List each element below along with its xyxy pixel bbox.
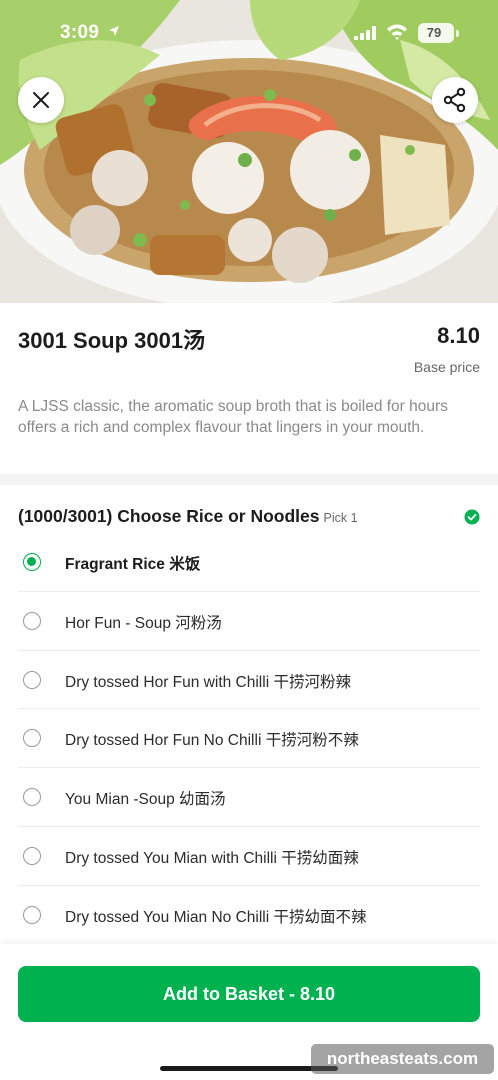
option-label: You Mian -Soup 幼面汤 <box>65 791 226 809</box>
option-label: Dry tossed You Mian No Chilli 干捞幼面不辣 <box>65 908 367 926</box>
option-label: Hor Fun - Soup 河粉汤 <box>65 614 222 632</box>
item-title: 3001 Soup 3001汤 <box>18 328 206 353</box>
option-label: Dry tossed You Mian with Chilli 干捞幼面辣 <box>65 849 359 867</box>
option-item[interactable]: Dry tossed Hor Fun with Chilli 干捞河粉辣 <box>18 651 480 710</box>
radio-button[interactable] <box>23 846 41 865</box>
option-item[interactable]: Hor Fun - Soup 河粉汤 <box>18 592 480 651</box>
item-description: A LJSS classic, the aromatic soup broth … <box>18 398 448 436</box>
option-group-header: (1000/3001) Choose Rice or Noodles Pick 1 <box>18 506 480 530</box>
option-label: Dry tossed Hor Fun No Chilli 干捞河粉不辣 <box>65 732 359 750</box>
battery-icon: 79 <box>418 23 454 43</box>
option-label: Dry tossed Hor Fun with Chilli 干捞河粉辣 <box>65 673 351 691</box>
option-item[interactable]: Dry tossed You Mian No Chilli 干捞幼面不辣 <box>18 886 480 945</box>
battery-level: 79 <box>426 25 442 40</box>
base-price-caption: Base price <box>413 359 480 375</box>
option-item[interactable]: Dry tossed Hor Fun No Chilli 干捞河粉不辣 <box>18 709 480 769</box>
share-button[interactable] <box>432 77 478 123</box>
watermark: northeasteats.com <box>311 1044 494 1074</box>
cellular-signal-icon <box>354 26 376 40</box>
option-group-title: (1000/3001) Choose Rice or Noodles <box>18 506 320 526</box>
share-icon <box>443 87 466 113</box>
close-icon <box>33 92 49 108</box>
option-item[interactable]: You Mian -Soup 幼面汤 <box>18 768 480 827</box>
add-to-basket-button[interactable]: Add to Basket - 8.10 <box>18 966 480 1022</box>
check-circle-icon <box>464 509 480 525</box>
radio-button[interactable] <box>23 788 41 807</box>
wifi-icon <box>387 24 407 40</box>
status-time: 3:09 <box>60 22 100 43</box>
option-list: Fragrant Rice 米饭 Hor Fun - Soup 河粉汤 Dry … <box>18 533 480 945</box>
radio-button[interactable] <box>23 905 41 924</box>
option-group-pick: Pick 1 <box>323 511 358 525</box>
battery-nub <box>456 30 459 37</box>
close-button[interactable] <box>18 77 64 123</box>
section-divider <box>0 474 498 485</box>
option-label: Fragrant Rice 米饭 <box>65 556 201 573</box>
option-item[interactable]: Dry tossed You Mian with Chilli 干捞幼面辣 <box>18 827 480 886</box>
radio-button[interactable] <box>23 729 41 748</box>
radio-button[interactable] <box>23 670 41 689</box>
radio-button[interactable] <box>23 553 41 571</box>
status-bar: 3:09 79 <box>0 0 498 60</box>
option-item-selected[interactable]: Fragrant Rice 米饭 <box>18 533 480 592</box>
item-price: 8.10 <box>437 323 480 348</box>
location-arrow-icon <box>109 26 119 36</box>
radio-button[interactable] <box>23 611 41 630</box>
